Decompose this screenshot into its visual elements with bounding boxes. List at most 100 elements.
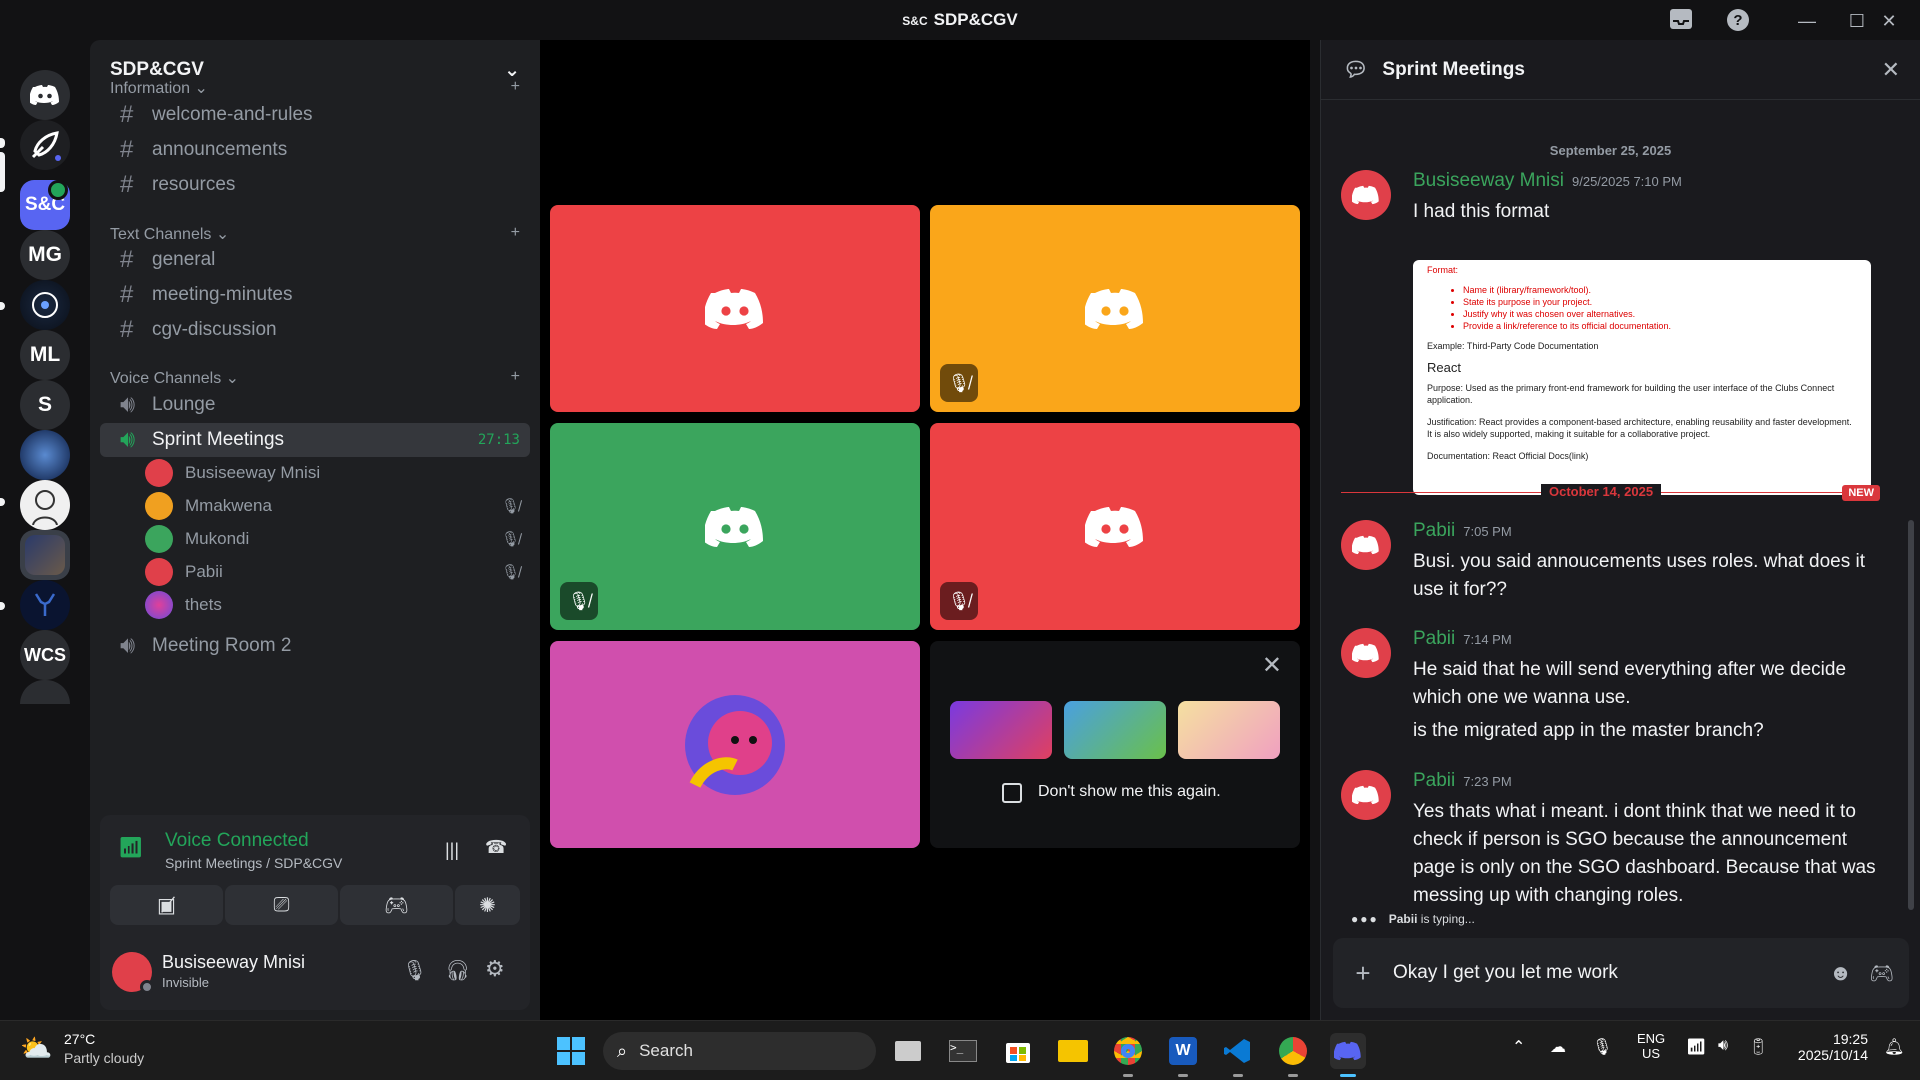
server-rocket[interactable] (20, 120, 70, 170)
voice-channel-sprint-meetings[interactable]: 🔊︎ Sprint Meetings 27:13 (100, 423, 530, 457)
store-icon[interactable] (1000, 1033, 1036, 1069)
channel-cgv-discussion[interactable]: # cgv-discussion (100, 311, 530, 349)
server-wcs[interactable]: WCS (20, 630, 70, 680)
user-name[interactable]: Busiseeway Mnisi (162, 952, 305, 973)
scrollbar[interactable] (1908, 520, 1914, 910)
activities-button[interactable]: 🎮︎ (340, 885, 453, 925)
file-explorer-icon[interactable] (1055, 1033, 1091, 1069)
server-folder[interactable] (20, 530, 70, 580)
screen-share-button[interactable]: ⎚ (225, 885, 338, 925)
server-s[interactable]: S (20, 380, 70, 430)
mic-muted-icon: 🎙︎̸ (500, 564, 520, 581)
voice-channel-meeting-room-2[interactable]: 🔊︎ Meeting Room 2 (100, 627, 530, 665)
server-orbit[interactable] (20, 280, 70, 330)
mic-muted-icon: 🎙︎̸ (940, 364, 978, 402)
voice-user[interactable]: Busiseeway Mnisi (145, 455, 520, 491)
tray-chevron-icon[interactable]: ⌃ (1512, 1037, 1525, 1057)
participant-tile[interactable]: 🎙︎̸ (550, 423, 920, 630)
server-mg[interactable]: MG (20, 230, 70, 280)
voice-channel-lounge[interactable]: 🔊︎ Lounge (100, 386, 530, 424)
activity-thumbnail[interactable] (950, 701, 1052, 759)
headphones-icon[interactable]: 🎧︎ (445, 958, 470, 983)
task-view-icon[interactable] (890, 1033, 926, 1069)
home-button[interactable] (20, 70, 70, 120)
microphone-icon[interactable]: 🎙︎ (402, 958, 427, 983)
server-deer[interactable] (20, 580, 70, 630)
noise-suppression-icon[interactable]: ||| (445, 840, 459, 861)
clock[interactable]: 19:25 2025/10/14 (1784, 1031, 1868, 1063)
add-attachment-icon[interactable]: + (1333, 958, 1393, 989)
help-icon[interactable]: ? (1725, 8, 1751, 34)
volume-icon[interactable]: 🔊︎ (1718, 1037, 1728, 1055)
microphone-tray-icon[interactable]: 🎙︎ (1592, 1037, 1612, 1057)
word-icon[interactable]: W (1165, 1033, 1201, 1077)
vscode-icon[interactable] (1220, 1033, 1256, 1077)
disconnect-icon[interactable]: ☎︎ (485, 837, 507, 858)
channel-welcome-and-rules[interactable]: # welcome-and-rules (100, 96, 530, 134)
channel-general[interactable]: # general (100, 241, 530, 279)
voice-user[interactable]: Mukondi 🎙︎̸ (145, 521, 520, 557)
add-channel-icon[interactable]: + (511, 78, 520, 98)
avatar[interactable] (1341, 520, 1391, 570)
discord-logo-icon (705, 506, 763, 547)
add-channel-icon[interactable]: + (511, 368, 520, 388)
close-window-button[interactable]: ✕ (1876, 8, 1902, 34)
avatar[interactable] (1341, 628, 1391, 678)
avatar[interactable] (1341, 770, 1391, 820)
server-portrait[interactable] (20, 480, 70, 530)
category-voice-channels[interactable]: Voice Channels ⌄ + (110, 368, 520, 388)
language-indicator[interactable]: ENG US (1637, 1031, 1665, 1061)
activity-thumbnail[interactable] (1178, 701, 1280, 759)
soundboard-button[interactable]: ✺ (455, 885, 520, 925)
voice-user[interactable]: Mmakwena 🎙︎̸ (145, 488, 520, 524)
close-icon[interactable]: ✕ (1262, 651, 1282, 680)
channel-resources[interactable]: # resources (100, 166, 530, 204)
weather-desc[interactable]: Partly cloudy (64, 1050, 144, 1066)
weather-icon[interactable]: ⛅ (20, 1033, 52, 1064)
onedrive-icon[interactable]: ☁ (1550, 1037, 1566, 1057)
activity-thumbnail[interactable] (1064, 701, 1166, 759)
dont-show-checkbox[interactable] (1002, 783, 1022, 803)
participant-tile[interactable]: 🎙︎̸ (930, 205, 1300, 412)
emoji-icon[interactable]: ☻ (1829, 960, 1869, 986)
avatar[interactable] (1341, 170, 1391, 220)
gamepad-icon[interactable]: 🎮︎ (1869, 961, 1909, 986)
camera-off-button[interactable]: ▣̸ (110, 885, 223, 925)
taskbar-search[interactable]: ⌕ Search (603, 1032, 876, 1070)
participant-tile[interactable]: 🎙︎̸ (930, 423, 1300, 630)
close-thread-button[interactable]: ✕ (1882, 57, 1900, 83)
author-name[interactable]: Pabii 7:23 PM (1413, 770, 1512, 792)
discord-taskbar-icon[interactable] (1330, 1033, 1366, 1077)
author-name[interactable]: Busiseeway Mnisi 9/25/2025 7:10 PM (1413, 170, 1682, 192)
message-input[interactable]: Okay I get you let me work (1393, 962, 1829, 984)
voice-location[interactable]: Sprint Meetings / SDP&CGV (165, 855, 342, 871)
image-attachment[interactable]: Format: Name it (library/framework/tool)… (1413, 260, 1871, 495)
notification-bell-icon[interactable]: 🔔︎ (1884, 1037, 1904, 1057)
chrome-icon[interactable] (1110, 1033, 1146, 1077)
message-composer: + Okay I get you let me work ☻ 🎮︎ (1333, 938, 1909, 1008)
channel-announcements[interactable]: # announcements (100, 131, 530, 169)
minimize-button[interactable]: — (1794, 8, 1820, 34)
chrome-profile-icon[interactable] (1275, 1033, 1311, 1077)
server-ml[interactable]: ML (20, 330, 70, 380)
settings-icon[interactable]: ⚙ (485, 956, 505, 982)
participant-tile[interactable] (550, 641, 920, 848)
participant-tile[interactable] (550, 205, 920, 412)
server-partial[interactable] (20, 680, 70, 704)
avatar (145, 525, 173, 553)
server-earth[interactable] (20, 430, 70, 480)
terminal-icon[interactable]: >_ (945, 1033, 981, 1069)
battery-icon[interactable]: 🔋︎ (1748, 1037, 1768, 1057)
category-information[interactable]: Information ⌄ + (110, 78, 520, 98)
channel-meeting-minutes[interactable]: # meeting-minutes (100, 276, 530, 314)
voice-user[interactable]: thets (145, 587, 520, 623)
weather-temp[interactable]: 27°C (64, 1031, 95, 1047)
start-button[interactable] (553, 1033, 589, 1069)
inbox-icon[interactable] (1668, 8, 1694, 34)
author-name[interactable]: Pabii 7:14 PM (1413, 628, 1512, 650)
author-name[interactable]: Pabii 7:05 PM (1413, 520, 1512, 542)
maximize-button[interactable]: ☐ (1844, 8, 1870, 34)
voice-user[interactable]: Pabii 🎙︎̸ (145, 554, 520, 590)
typing-indicator: ●●● Pabii is typing... (1351, 912, 1475, 926)
wifi-icon[interactable]: 📶︎ (1686, 1037, 1706, 1057)
